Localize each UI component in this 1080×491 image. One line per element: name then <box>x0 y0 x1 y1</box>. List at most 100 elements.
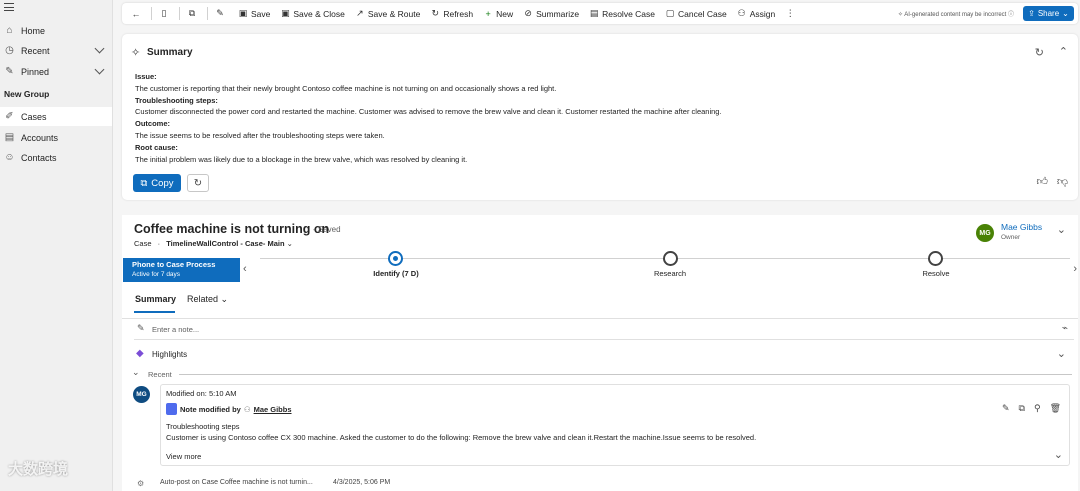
owner-name[interactable]: Mae Gibbs <box>1001 222 1042 232</box>
sidebar-item-pinned[interactable]: ✎ Pinned <box>0 62 112 81</box>
sidebar-item-cases[interactable]: ✐ Cases <box>0 107 112 126</box>
sidebar-item-contacts[interactable]: ☺ Contacts <box>0 148 112 167</box>
autopost-entry[interactable]: Auto-post on Case Coffee machine is not … <box>160 479 313 486</box>
view-more-link[interactable]: View more <box>166 452 201 461</box>
sidebar-item-label: Accounts <box>21 132 59 143</box>
breadcrumb: Case · TimelineWallControl - Case- Main … <box>134 239 293 248</box>
hamburger-menu-icon[interactable] <box>4 3 14 12</box>
arrow-left-icon: ← <box>131 8 141 19</box>
resolve-case-button[interactable]: ▤ Resolve Case <box>584 3 660 24</box>
note-actions: ✎ ⧉ ⚲ 🗑︎ <box>1002 403 1061 414</box>
route-icon: ↗ <box>356 8 364 18</box>
summarize-icon: ⊘ <box>524 8 532 18</box>
refresh-button[interactable]: ↻ Refresh <box>425 3 478 24</box>
thumbs-down-icon[interactable]: 👎︎ <box>1057 175 1068 188</box>
open-new-window-button[interactable]: ⧉ <box>182 3 205 24</box>
command-bar: ← ▯ ⧉ ✎ ▣ Save ▣ Save & Close ↗ Save & Rout… <box>122 3 1078 24</box>
chevron-right-icon[interactable]: › <box>1073 263 1077 275</box>
divider <box>207 7 208 20</box>
assign-button[interactable]: ⚇ Assign <box>732 3 781 24</box>
case-title: Coffee machine is not turning on <box>134 222 330 236</box>
summary-title: Summary <box>147 47 193 58</box>
group-label: New Group <box>4 89 50 99</box>
back-button[interactable]: ← <box>122 3 149 24</box>
chevron-left-icon[interactable]: ‹ <box>243 263 247 275</box>
regenerate-button[interactable]: ↻ <box>187 174 209 192</box>
summary-body: Issue: The customer is reporting that th… <box>135 71 1035 165</box>
tab-underline <box>134 311 175 313</box>
chevron-down-icon[interactable]: ⌄ <box>1057 223 1066 236</box>
avatar: MG <box>133 386 150 403</box>
cancel-icon: ▢ <box>665 8 675 18</box>
case-form: Coffee machine is not turning on - Saved… <box>122 215 1078 491</box>
edit-icon: ✎ <box>216 8 224 18</box>
chevron-down-icon: ⌄ <box>218 294 229 304</box>
person-icon: ⚇ <box>243 404 251 414</box>
attachment-icon[interactable]: ⌁ <box>1062 323 1068 334</box>
outcome-label: Outcome: <box>135 119 171 129</box>
refresh-icon[interactable]: ↻ <box>1035 46 1044 59</box>
recent-label: Recent <box>148 370 172 379</box>
stage-research-marker[interactable] <box>663 251 678 266</box>
pencil-icon: ✎ <box>137 323 145 333</box>
sparkle-icon: ✧ <box>131 47 141 59</box>
save-close-button[interactable]: ▣ Save & Close <box>275 3 350 24</box>
clock-icon: ◷ <box>5 45 14 56</box>
root-cause-label: Root cause: <box>135 142 178 152</box>
sidebar-item-label: Cases <box>21 111 47 122</box>
delete-icon[interactable]: 🗑︎ <box>1050 403 1061 414</box>
sidebar-item-home[interactable]: ⌂ Home <box>0 21 112 40</box>
divider <box>179 7 180 20</box>
plus-icon: + <box>485 8 491 19</box>
chevron-up-icon[interactable]: ⌃ <box>1059 45 1068 58</box>
author-link[interactable]: Mae Gibbs <box>254 405 292 414</box>
form-icon-button[interactable]: ▯ <box>154 3 177 24</box>
timeline-note-card[interactable]: Modified on: 5:10 AM Note modified by ⚇ … <box>160 384 1070 466</box>
wrench-icon: ✐ <box>5 111 14 122</box>
sidebar-item-recent[interactable]: ◷ Recent <box>0 41 112 60</box>
more-commands-button[interactable]: ⋮ <box>780 3 803 24</box>
sidebar-item-accounts[interactable]: ▤ Accounts <box>0 128 112 147</box>
avatar[interactable]: MG <box>976 224 994 242</box>
stage-identify-marker[interactable] <box>388 251 403 266</box>
ai-disclaimer: ✧ AI-generated content may be incorrect … <box>897 12 1014 18</box>
steps-text: Customer disconnected the power cord and… <box>135 107 722 117</box>
chevron-down-icon[interactable]: ⌄ <box>132 367 140 378</box>
home-icon: ⌂ <box>6 25 13 36</box>
edit-icon[interactable]: ✎ <box>1002 403 1010 414</box>
copy-icon[interactable]: ⧉ <box>1019 403 1025 414</box>
thumbs-up-icon[interactable]: 👍︎ <box>1037 175 1049 188</box>
pin-icon[interactable]: ⚲ <box>1034 403 1041 414</box>
chevron-down-icon: ⌄ <box>1062 9 1069 18</box>
tab-related[interactable]: Related ⌄ <box>187 294 228 305</box>
save-button[interactable]: ▣ Save <box>233 3 275 24</box>
new-button[interactable]: + New <box>478 3 518 24</box>
highlights-toggle[interactable]: Highlights <box>152 350 187 359</box>
note-title: Troubleshooting steps <box>166 422 240 431</box>
chevron-down-icon <box>94 43 105 54</box>
note-input[interactable]: Enter a note... <box>152 325 199 334</box>
sidebar: ⌂ Home ◷ Recent ✎ Pinned New Group ✐ Cas… <box>0 0 113 491</box>
sidebar-item-label: Pinned <box>21 66 50 77</box>
stage-resolve-marker[interactable] <box>928 251 943 266</box>
share-button[interactable]: ⇪ Share ⌄ <box>1023 6 1074 21</box>
save-route-button[interactable]: ↗ Save & Route <box>350 3 425 24</box>
sidebar-item-label: Home <box>21 25 46 36</box>
tab-summary[interactable]: Summary <box>135 294 176 304</box>
stage-research-label[interactable]: Research <box>630 269 710 278</box>
summarize-button[interactable]: ⊘ Summarize <box>518 3 584 24</box>
process-flow-name[interactable]: Phone to Case Process Active for 7 days <box>123 258 240 282</box>
save-icon: ▣ <box>238 8 248 18</box>
chevron-down-icon <box>94 64 105 75</box>
sidebar-item-label: Contacts <box>21 152 57 163</box>
copy-button[interactable]: ⧉ Copy <box>133 174 181 192</box>
modified-on: Modified on: 5:10 AM <box>166 389 237 398</box>
chevron-down-icon[interactable]: ⌄ <box>1057 347 1066 360</box>
stage-resolve-label[interactable]: Resolve <box>896 269 976 278</box>
cancel-case-button[interactable]: ▢ Cancel Case <box>660 3 732 24</box>
form-selector[interactable]: TimelineWallControl - Case- Main <box>166 239 284 248</box>
edit-form-button[interactable]: ✎ <box>210 3 233 24</box>
stage-identify-label[interactable]: Identify (7 D) <box>356 269 436 278</box>
regenerate-icon: ↻ <box>193 177 203 189</box>
chevron-down-icon[interactable]: ⌄ <box>1054 448 1063 461</box>
